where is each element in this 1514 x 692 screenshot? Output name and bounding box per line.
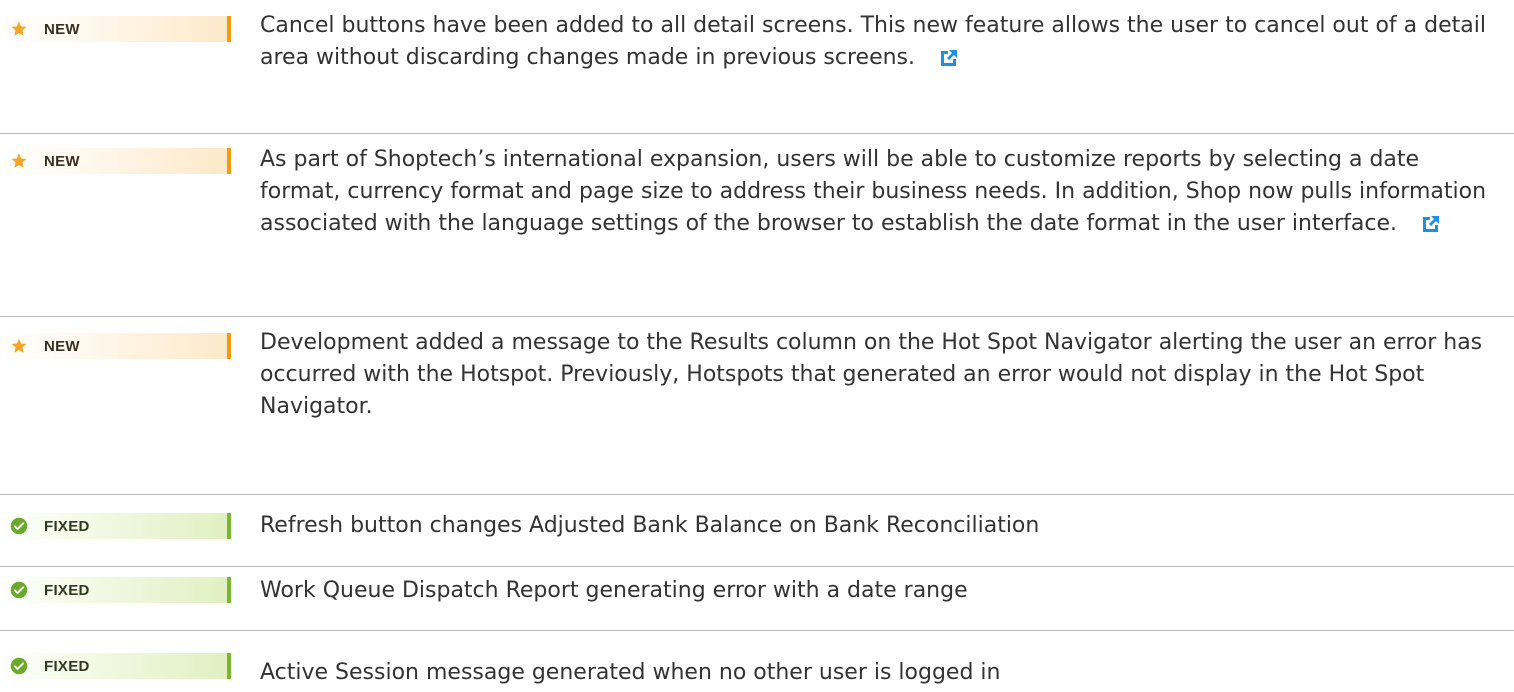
note-text: As part of Shoptech’s international expa… (260, 147, 1487, 236)
new-badge: NEW (0, 16, 231, 42)
badge-label: FIXED (44, 657, 90, 675)
new-badge: NEW (0, 148, 231, 174)
star-icon (11, 153, 27, 168)
external-link-icon[interactable] (1421, 214, 1441, 234)
note-text: Work Queue Dispatch Report generating er… (260, 578, 968, 603)
note-text: Refresh button changes Adjusted Bank Bal… (260, 513, 1040, 538)
note-description: Refresh button changes Adjusted Bank Bal… (260, 510, 1500, 542)
badge-label: NEW (44, 337, 80, 355)
row-divider (0, 630, 1514, 631)
note-description: Development added a message to the Resul… (260, 327, 1500, 423)
row-divider (0, 133, 1514, 134)
new-badge: NEW (0, 333, 231, 359)
star-icon (11, 338, 27, 353)
note-text: Active Session message generated when no… (260, 660, 1001, 685)
badge-label: NEW (44, 20, 80, 38)
note-description: As part of Shoptech’s international expa… (260, 144, 1500, 240)
row-divider (0, 566, 1514, 567)
note-text: Cancel buttons have been added to all de… (260, 13, 1486, 70)
fixed-badge: FIXED (0, 513, 231, 539)
check-circle-icon (10, 517, 28, 535)
external-link-icon[interactable] (939, 48, 959, 68)
fixed-badge: FIXED (0, 653, 231, 679)
row-divider (0, 494, 1514, 495)
note-description: Work Queue Dispatch Report generating er… (260, 575, 1500, 607)
note-description: Active Session message generated when no… (260, 657, 1500, 689)
check-circle-icon (10, 657, 28, 675)
fixed-badge: FIXED (0, 577, 231, 603)
note-description: Cancel buttons have been added to all de… (260, 10, 1500, 74)
badge-label: FIXED (44, 581, 90, 599)
badge-label: FIXED (44, 517, 90, 535)
star-icon (11, 21, 27, 36)
check-circle-icon (10, 581, 28, 599)
row-divider (0, 316, 1514, 317)
badge-label: NEW (44, 152, 80, 170)
note-text: Development added a message to the Resul… (260, 330, 1483, 419)
